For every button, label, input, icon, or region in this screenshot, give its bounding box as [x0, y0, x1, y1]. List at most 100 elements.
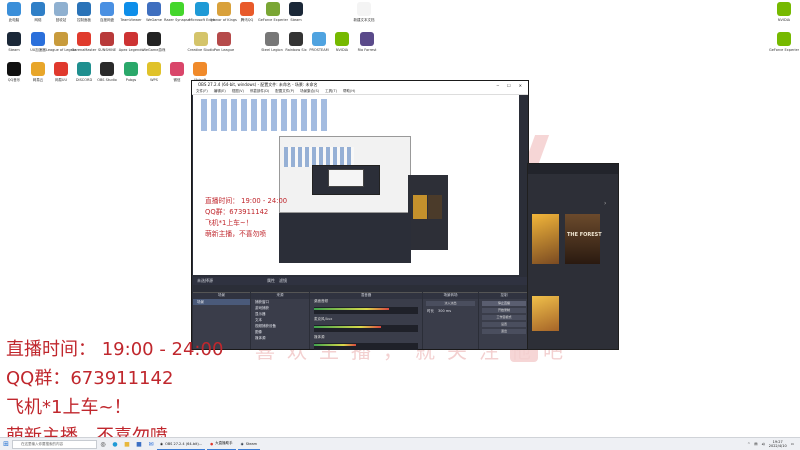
properties-button[interactable]: 属性 [267, 278, 275, 284]
exit-button[interactable]: 退出 [482, 329, 526, 334]
volume-meter [314, 326, 381, 328]
desktop-shortcut[interactable]: 腾讯QQ [233, 2, 261, 30]
menu-help[interactable]: 帮助(H) [343, 89, 355, 94]
game-card[interactable] [532, 296, 559, 331]
desktop-shortcut[interactable]: Rio Forrest [353, 32, 381, 60]
obs-preview[interactable]: 直播时间： 19:00 - 24:00 QQ群：673911142 飞机*1上车… [193, 95, 519, 275]
stream-overlay: 直播时间： 19:00 - 24:00 QQ群：673911142 飞机*1上车… [6, 335, 223, 450]
pubg-icon [124, 62, 138, 76]
start-recording-button[interactable]: 开始录制 [482, 308, 526, 313]
desktop-shortcut[interactable]: WeGame游戏 [140, 32, 168, 60]
transitions-dock: 场景转场 淡入淡出 时长 300 ms [423, 292, 478, 349]
mixer-dock: 混音器 桌面音频 麦克风/Aux 媒体源 [310, 292, 422, 350]
task-view-icon[interactable]: ◎ [97, 438, 109, 450]
desktop-shortcut[interactable]: Pan League [210, 32, 238, 60]
anchor-icon [265, 32, 279, 46]
obs-window[interactable]: OBS 27.2.4 (64-bit, windows) - 配置文件: 未命名… [191, 80, 529, 350]
r6-icon [289, 32, 303, 46]
desktop-shortcut[interactable]: NVIDIA [328, 32, 356, 60]
menu-view[interactable]: 视图(V) [232, 89, 244, 94]
skull-icon [360, 32, 374, 46]
menu-docks[interactable]: 停靠部件(D) [250, 89, 269, 94]
menu-file[interactable]: 文件(F) [196, 89, 208, 94]
preview-nested-window [279, 136, 411, 213]
desktop-shortcut[interactable]: NVIDIA [770, 2, 798, 30]
taskbar-app-label: OBS 27.2.4 (64-bit)... [165, 441, 203, 446]
edge-icon [195, 2, 209, 16]
desktop-shortcut[interactable]: Steam [282, 2, 310, 30]
geforce-icon [777, 32, 791, 46]
ubisoft-icon [193, 62, 207, 76]
taskbar-search-input[interactable]: 在这里输入你要搜索的内容 [12, 439, 97, 449]
windows-start-icon[interactable]: ⊞ [0, 438, 12, 450]
settings-button[interactable]: 设置 [482, 322, 526, 327]
desktop-shortcut-label: NVIDIA [777, 18, 791, 22]
steam-icon [289, 2, 303, 16]
clock[interactable]: 19:27 2022/4/10 [769, 440, 787, 448]
store-icon[interactable]: ■ [133, 438, 145, 450]
close-icon[interactable]: ✕ [519, 83, 522, 88]
duration-label: 时长 [427, 308, 434, 313]
preview-status-bar: 未选择源 属性 滤镜 [193, 277, 529, 285]
overlay-line-schedule: 直播时间： 19:00 - 24:00 [6, 339, 224, 360]
desktop-shortcut-label: WeGame游戏 [142, 48, 166, 52]
wegame-icon [147, 2, 161, 16]
mixer-track-label: 桌面音频 [314, 299, 328, 303]
tray-chevron-icon[interactable]: ^ [747, 442, 750, 446]
desktop-shortcut-label: 新建文本文档 [353, 18, 375, 22]
stop-streaming-button[interactable]: 停止直播 [482, 301, 526, 306]
mixer-track[interactable] [314, 343, 418, 350]
taskbar-app[interactable]: ◉ OBS 27.2.4 (64-bit)... [157, 439, 206, 450]
live-icon: ● [210, 441, 214, 446]
preview-nested-game [408, 175, 448, 250]
menu-scene-collection[interactable]: 场景集合(S) [300, 89, 319, 94]
menu-tools[interactable]: 工具(T) [325, 89, 337, 94]
menu-edit[interactable]: 编辑(E) [214, 89, 226, 94]
obs-titlebar[interactable]: OBS 27.2.4 (64-bit, windows) - 配置文件: 未命名… [192, 81, 528, 89]
duration-input[interactable]: 300 ms [438, 309, 451, 313]
source-item[interactable]: 媒体源 [251, 335, 309, 341]
mixer-track[interactable] [314, 325, 418, 332]
chat-icon [170, 62, 184, 76]
maximize-icon[interactable]: ☐ [507, 83, 511, 88]
transition-select[interactable]: 淡入淡出 [426, 301, 475, 306]
recycle-bin-icon [54, 2, 68, 16]
taskbar-app[interactable]: ◉ Steam [237, 439, 261, 450]
control-panel-icon [77, 2, 91, 16]
game-card-art[interactable] [532, 214, 559, 264]
apex-icon [124, 32, 138, 46]
notification-icon[interactable]: ▭ [791, 442, 794, 446]
desktop-shortcut-label: Rio Forrest [357, 48, 377, 52]
obs-title: OBS 27.2.4 (64-bit, windows) - 配置文件: 未命名… [198, 82, 318, 87]
desktop-shortcut[interactable]: 新建文本文档 [350, 2, 378, 30]
desktop-shortcut[interactable]: GeForce Experience [769, 32, 799, 60]
preview-overlay-line: 萌新主播，不喜勿喷 [205, 230, 267, 238]
cat-icon [312, 32, 326, 46]
game-window[interactable]: THE FOREST › [527, 163, 619, 350]
game-card-forest[interactable]: THE FOREST [565, 214, 602, 264]
obs-icon [100, 62, 114, 76]
wps-icon [147, 62, 161, 76]
studio-mode-button[interactable]: 工作室模式 [482, 315, 526, 320]
volume-icon[interactable]: ◂) [762, 442, 765, 446]
taskbar-app[interactable]: ● 大直播助手 [207, 439, 236, 450]
filters-button[interactable]: 滤镜 [279, 278, 287, 284]
game-toolbar [528, 164, 618, 174]
minimize-icon[interactable]: ─ [497, 83, 499, 88]
preview-overlay-line: 飞机*1上车~！ [205, 219, 253, 227]
scene-item[interactable]: 场景 [193, 299, 250, 305]
taskbar-app-label: 大直播助手 [215, 441, 233, 445]
menu-profile[interactable]: 配置文件(P) [275, 89, 294, 94]
network-icon[interactable]: ▤ [754, 442, 757, 446]
system-tray: ^ ▤ ◂) 19:27 2022/4/10 ▭ [747, 440, 800, 448]
edge-icon[interactable]: ● [109, 438, 121, 450]
mixer-track[interactable] [314, 307, 418, 314]
folder-icon[interactable]: ■ [121, 438, 133, 450]
desktop-shortcut[interactable]: Razer Synapse [163, 2, 191, 30]
nvidia-icon [335, 32, 349, 46]
preview-stream-overlay: 直播时间： 19:00 - 24:00 QQ群：673911142 飞机*1上车… [205, 196, 287, 240]
next-arrow-icon[interactable]: › [604, 200, 606, 207]
mw-icon [147, 32, 161, 46]
mail-icon[interactable]: ✉ [145, 438, 157, 450]
discord-icon [77, 62, 91, 76]
